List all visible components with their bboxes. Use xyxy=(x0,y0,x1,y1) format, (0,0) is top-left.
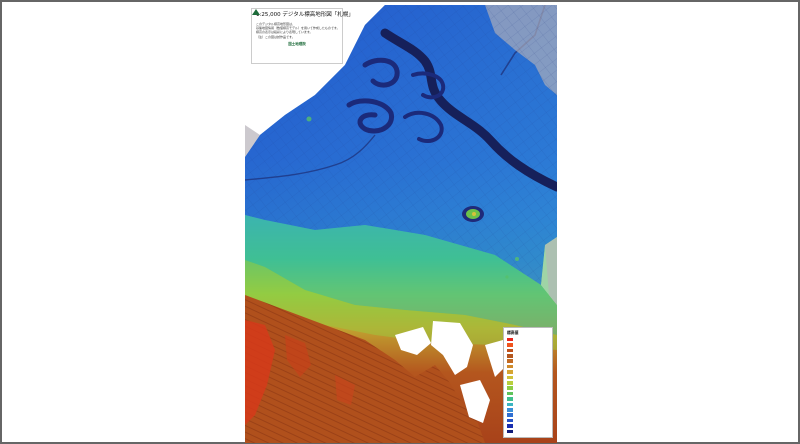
publisher-name: 国土地理院 xyxy=(288,41,306,46)
map-title-box: 1:25,000 デジタル標高地形図「札幌」 このデジタル標高地形図は、 基盤地… xyxy=(251,8,354,64)
legend-swatch xyxy=(507,364,513,369)
legend-swatch xyxy=(507,337,513,342)
legend-rows xyxy=(507,337,549,434)
elevation-legend: 標高値 xyxy=(503,327,553,438)
legend-swatch xyxy=(507,386,513,390)
legend-title: 標高値 xyxy=(507,330,519,335)
legend-swatch xyxy=(507,354,513,358)
legend-swatch xyxy=(507,418,513,423)
legend-swatch xyxy=(507,407,513,412)
legend-swatch xyxy=(507,348,513,353)
publisher: 国土地理院 xyxy=(252,9,338,47)
legend-entry xyxy=(507,429,549,434)
legend-swatch xyxy=(507,397,513,401)
map-title: 1:25,000 デジタル標高地形図「札幌」 xyxy=(256,12,354,18)
legend-swatch xyxy=(507,402,513,407)
image-frame: 1:25,000 デジタル標高地形図「札幌」 このデジタル標高地形図は、 基盤地… xyxy=(0,0,800,444)
legend-swatch xyxy=(507,424,513,428)
map-note: このデジタル標高地形図は、 基盤地図情報（数値標高モデル）を用いて作成したもので… xyxy=(256,22,340,39)
legend-swatch xyxy=(507,413,513,417)
elevation-map[interactable]: 1:25,000 デジタル標高地形図「札幌」 このデジタル標高地形図は、 基盤地… xyxy=(245,5,557,443)
legend-swatch xyxy=(507,391,513,396)
legend-swatch xyxy=(507,370,513,374)
legend-swatch xyxy=(507,343,513,347)
legend-swatch xyxy=(507,429,513,434)
legend-swatch xyxy=(507,381,513,385)
legend-swatch xyxy=(507,375,513,380)
legend-swatch xyxy=(507,359,513,364)
gsi-logo-icon xyxy=(252,9,260,15)
map-note-line: （注）この図は試作品です。 xyxy=(256,34,295,39)
